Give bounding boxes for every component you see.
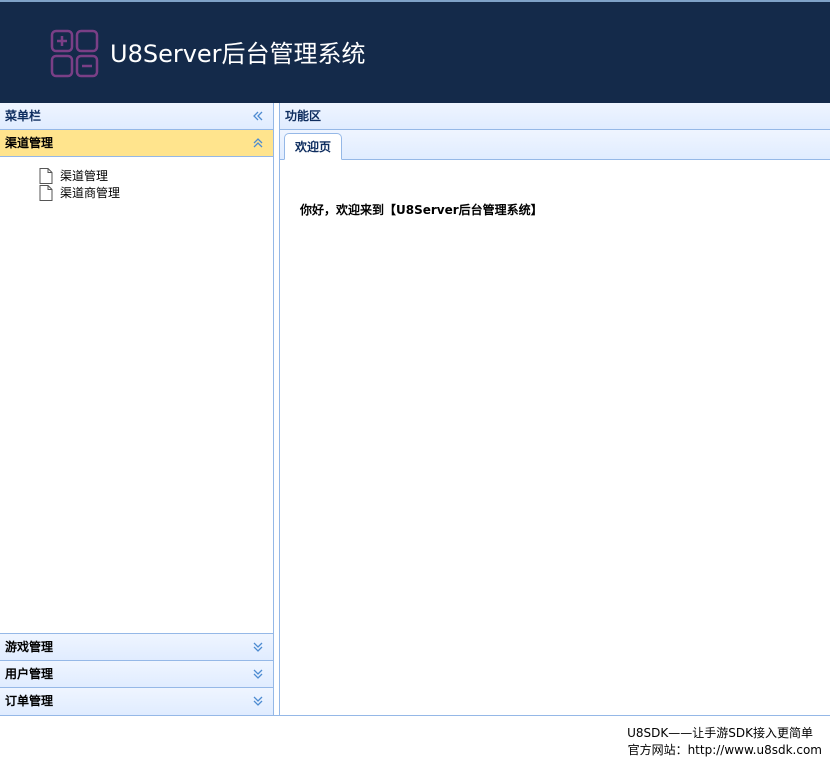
content-panel-title: 功能区 bbox=[285, 109, 322, 123]
tree-item-channel-vendor-management[interactable]: 渠道商管理 bbox=[0, 184, 273, 201]
footer-slogan: U8SDK——让手游SDK接入更简单 bbox=[627, 726, 813, 740]
double-chevron-down-icon bbox=[253, 696, 263, 706]
content-panel: 功能区 欢迎页 你好，欢迎来到【U8Server后台管理系统】 bbox=[279, 103, 830, 715]
collapse-panel-button[interactable] bbox=[251, 103, 265, 129]
file-icon bbox=[39, 184, 53, 201]
accordion-label: 订单管理 bbox=[5, 694, 54, 708]
accordion-game-management[interactable]: 游戏管理 bbox=[0, 634, 273, 661]
content-panel-header: 功能区 bbox=[280, 103, 830, 130]
expand-section-button[interactable] bbox=[251, 634, 265, 660]
calculator-grid-icon bbox=[50, 29, 99, 78]
tab-bar: 欢迎页 bbox=[280, 130, 830, 160]
collapse-section-button[interactable] bbox=[251, 130, 265, 156]
welcome-message: 你好，欢迎来到【U8Server后台管理系统】 bbox=[300, 203, 543, 217]
file-icon bbox=[39, 167, 53, 184]
accordion-label: 渠道管理 bbox=[5, 136, 54, 150]
double-chevron-left-icon bbox=[253, 111, 263, 121]
accordion-label: 游戏管理 bbox=[5, 640, 54, 654]
app-title: U8Server后台管理系统 bbox=[110, 40, 366, 68]
tree-item-channel-management[interactable]: 渠道管理 bbox=[0, 167, 273, 184]
tab-welcome[interactable]: 欢迎页 bbox=[284, 133, 343, 160]
menu-panel-title: 菜单栏 bbox=[5, 109, 42, 123]
accordion-order-management[interactable]: 订单管理 bbox=[0, 688, 273, 715]
accordion-label: 用户管理 bbox=[5, 667, 54, 681]
accordion-channel-management[interactable]: 渠道管理 bbox=[0, 130, 273, 157]
accordion-user-management[interactable]: 用户管理 bbox=[0, 661, 273, 688]
app-footer: U8SDK——让手游SDK接入更简单 官方网站：http://www.u8sdk… bbox=[0, 715, 830, 762]
expand-section-button[interactable] bbox=[251, 688, 265, 714]
channel-management-body: 渠道管理 渠道商管理 bbox=[0, 157, 273, 634]
tree-item-label: 渠道管理 bbox=[60, 169, 109, 183]
app-header: U8Server后台管理系统 bbox=[0, 0, 830, 103]
expand-section-button[interactable] bbox=[251, 661, 265, 687]
menu-panel: 菜单栏 渠道管理 渠道管理 渠道商管理 游戏管理 用户管理 订单管理 bbox=[0, 103, 274, 715]
double-chevron-up-icon bbox=[253, 138, 263, 148]
menu-panel-header: 菜单栏 bbox=[0, 103, 273, 130]
footer-website: 官方网站：http://www.u8sdk.com bbox=[627, 743, 822, 757]
double-chevron-down-icon bbox=[253, 642, 263, 652]
tree-item-label: 渠道商管理 bbox=[60, 186, 121, 200]
double-chevron-down-icon bbox=[253, 669, 263, 679]
